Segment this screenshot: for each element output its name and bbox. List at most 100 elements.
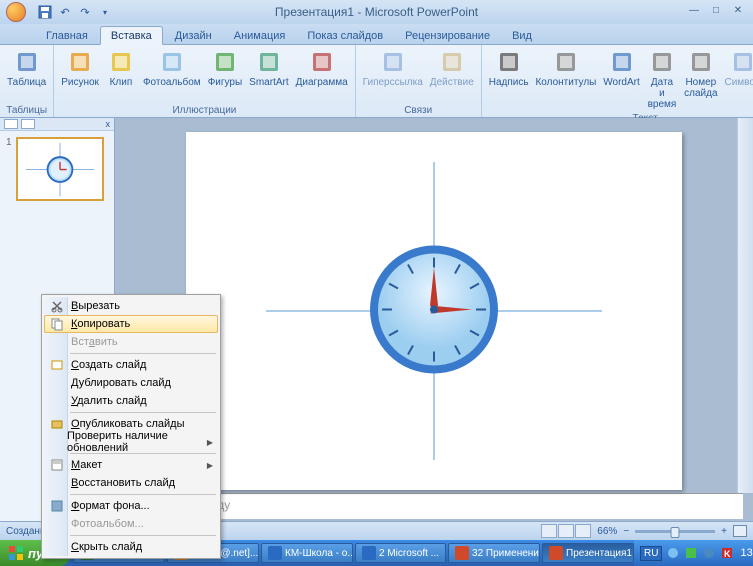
menu-item-восстановить-слайд[interactable]: Восстановить слайд <box>44 474 218 492</box>
menu-label: Удалить слайд <box>71 395 147 407</box>
taskbar-item[interactable]: 32 Применени... <box>448 543 540 563</box>
ribbon-group-Текст: НадписьКолонтитулыWordArt Дата и времяНом… <box>482 45 753 117</box>
taskbar-item[interactable]: 2 Microsoft ... <box>355 543 446 563</box>
window-title: Презентация1 - Microsoft PowerPoint <box>275 5 478 19</box>
ribbon-header-button[interactable]: Колонтитулы <box>533 47 600 90</box>
menu-item-создать-слайд[interactable]: Создать слайд <box>44 356 218 374</box>
picture-icon <box>67 49 93 75</box>
slides-tab-icon[interactable] <box>21 119 35 129</box>
menu-label: Формат фона... <box>71 500 150 512</box>
menu-separator <box>70 535 216 536</box>
menu-item-удалить-слайд[interactable]: Удалить слайд <box>44 392 218 410</box>
menu-item-копировать[interactable]: Копировать <box>44 315 218 333</box>
system-tray: RU K 13:12 <box>634 540 753 566</box>
maximize-button[interactable]: □ <box>707 5 725 19</box>
menu-item-проверить-наличие-обновлений[interactable]: Проверить наличие обновлений▶ <box>44 433 218 451</box>
copy-icon <box>47 316 67 332</box>
outline-tab-icon[interactable] <box>4 119 18 129</box>
taskbar-item[interactable]: Презентация1 <box>542 543 634 563</box>
slide-thumbnail[interactable] <box>16 137 104 201</box>
ribbon-label: Рисунок <box>61 77 99 88</box>
clock-shape[interactable] <box>364 239 504 382</box>
blank-icon <box>47 475 67 491</box>
ribbon-action-button: Действие <box>427 47 477 90</box>
ribbon: Таблица Таблицы Рисунок Клип ФотоальбомФигур… <box>0 45 753 118</box>
zoom-out-button[interactable]: − <box>623 526 629 537</box>
ribbon-shapes-button[interactable]: Фигуры <box>205 47 245 90</box>
office-button[interactable] <box>0 0 32 24</box>
menu-label: Скрыть слайд <box>71 541 142 553</box>
slide[interactable] <box>186 132 682 490</box>
ribbon-label: Номер слайда <box>684 77 717 99</box>
ribbon-number-button[interactable]: Номер слайда <box>681 47 720 101</box>
panel-close-icon[interactable]: x <box>106 119 111 129</box>
menu-label: Копировать <box>71 318 130 330</box>
ribbon-label: Клип <box>110 77 133 88</box>
vertical-scrollbar[interactable] <box>737 118 753 493</box>
windows-logo-icon <box>8 545 24 561</box>
ribbon-clip-button[interactable]: Клип <box>103 47 139 90</box>
ribbon-date-button[interactable]: Дата и время <box>644 47 680 112</box>
qat-more-icon[interactable]: ▾ <box>96 3 114 21</box>
task-label: Презентация1 <box>566 548 632 559</box>
tab-вставка[interactable]: Вставка <box>100 26 163 45</box>
header-icon <box>553 49 579 75</box>
group-label: Таблицы <box>4 104 49 117</box>
wordart-icon <box>609 49 635 75</box>
tab-главная[interactable]: Главная <box>36 27 98 44</box>
number-icon <box>688 49 714 75</box>
tab-показ слайдов[interactable]: Показ слайдов <box>297 27 393 44</box>
ribbon-table-button[interactable]: Таблица <box>4 47 49 90</box>
ribbon-textbox-button[interactable]: Надпись <box>486 47 532 90</box>
fit-button[interactable] <box>733 525 747 537</box>
title-bar: ↶ ↷ ▾ Презентация1 - Microsoft PowerPoin… <box>0 0 753 24</box>
clock[interactable]: 13:12 <box>740 547 753 559</box>
sorter-view-button[interactable] <box>558 524 574 538</box>
app-icon <box>455 546 469 560</box>
tray-icon-2[interactable] <box>684 546 698 560</box>
close-button[interactable]: ✕ <box>729 5 747 19</box>
normal-view-button[interactable] <box>541 524 557 538</box>
menu-item-макет[interactable]: Макет▶ <box>44 456 218 474</box>
view-buttons <box>541 524 591 538</box>
menu-item-скрыть-слайд[interactable]: Скрыть слайд <box>44 538 218 556</box>
menu-label: Создать слайд <box>71 359 146 371</box>
menu-label: Вставить <box>71 336 118 348</box>
ribbon-chart-button[interactable]: Диаграмма <box>293 47 351 90</box>
tab-анимация[interactable]: Анимация <box>224 27 296 44</box>
language-indicator[interactable]: RU <box>640 546 662 561</box>
zoom-value[interactable]: 66% <box>597 526 617 537</box>
menu-item-дублировать-слайд[interactable]: Дублировать слайд <box>44 374 218 392</box>
app-icon <box>549 546 563 560</box>
office-logo-icon <box>6 2 26 22</box>
tab-вид[interactable]: Вид <box>502 27 542 44</box>
zoom-in-button[interactable]: + <box>721 526 727 537</box>
action-icon <box>439 49 465 75</box>
menu-item-вырезать[interactable]: Вырезать <box>44 297 218 315</box>
taskbar-item[interactable]: КМ-Школа - о... <box>261 543 353 563</box>
ribbon-smartart-button[interactable]: SmartArt <box>246 47 291 90</box>
menu-item-формат-фона...[interactable]: Формат фона... <box>44 497 218 515</box>
ribbon-label: WordArt <box>603 77 640 88</box>
blank-icon <box>47 375 67 391</box>
ribbon-label: Диаграмма <box>296 77 348 88</box>
tray-icon-1[interactable] <box>666 546 680 560</box>
minimize-button[interactable]: — <box>685 5 703 19</box>
zoom-slider[interactable] <box>635 530 715 533</box>
kaspersky-icon[interactable]: K <box>720 546 734 560</box>
blank-icon <box>47 434 63 450</box>
slideshow-view-button[interactable] <box>575 524 591 538</box>
ribbon-album-button[interactable]: Фотоальбом <box>140 47 204 90</box>
save-icon[interactable] <box>36 3 54 21</box>
tab-дизайн[interactable]: Дизайн <box>165 27 222 44</box>
tab-рецензирование[interactable]: Рецензирование <box>395 27 500 44</box>
tray-icon-3[interactable] <box>702 546 716 560</box>
menu-separator <box>70 353 216 354</box>
blank-icon <box>47 516 67 532</box>
undo-icon[interactable]: ↶ <box>56 3 74 21</box>
clip-icon <box>108 49 134 75</box>
ribbon-picture-button[interactable]: Рисунок <box>58 47 102 90</box>
redo-icon[interactable]: ↷ <box>76 3 94 21</box>
ribbon-wordart-button[interactable]: WordArt <box>600 47 642 90</box>
date-icon <box>649 49 675 75</box>
